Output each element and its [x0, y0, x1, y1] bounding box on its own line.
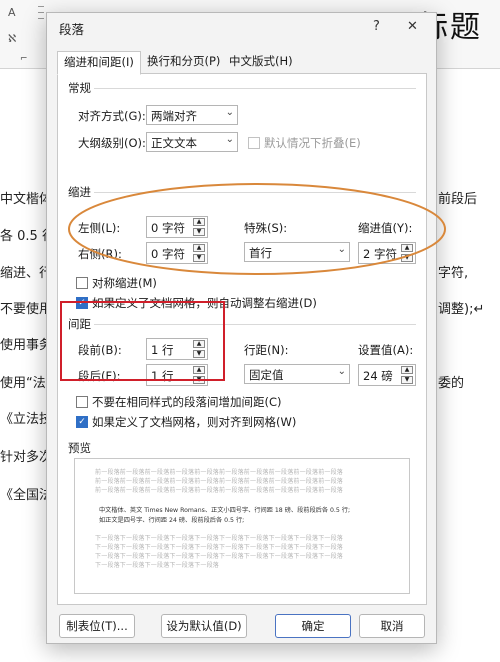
space-before-value: 1 行: [151, 343, 174, 357]
spin-down-icon[interactable]: ▼: [401, 376, 413, 384]
outline-level-value: 正文文本: [151, 136, 197, 150]
cancel-button[interactable]: 取消: [359, 614, 425, 638]
spacing-section-title: 间距: [68, 317, 91, 331]
mirror-indents-label: 对称缩进(M): [92, 276, 157, 290]
doc-text-line-right: 委的: [438, 376, 465, 391]
space-before-spinner[interactable]: 1 行 ▲ ▼: [146, 338, 208, 360]
tab-indents-spacing[interactable]: 缩进和间距(I): [57, 51, 141, 75]
preview-box: 前一段落前一段落前一段落前一段落前一段落前一段落前一段落前一段落前一段落前一段落…: [74, 458, 410, 594]
no-space-same-style-checkbox[interactable]: [76, 396, 88, 408]
no-space-same-style-label: 不要在相同样式的段落间增加间距(C): [92, 395, 282, 409]
preview-next-line: 下一段落下一段落下一段落下一段落下一段落: [95, 562, 220, 569]
spin-down-icon[interactable]: ▼: [193, 254, 205, 262]
help-button[interactable]: ?: [373, 19, 380, 34]
spacing-at-spinner[interactable]: 24 磅 ▲ ▼: [358, 364, 416, 386]
ribbon-line: [38, 18, 44, 19]
indent-right-spinner[interactable]: 0 字符 ▲ ▼: [146, 242, 208, 264]
preview-next-line: 下一段落下一段落下一段落下一段落下一段落下一段落下一段落下一段落下一段落下一段落: [95, 544, 344, 551]
close-button[interactable]: ✕: [407, 19, 418, 34]
alignment-value: 两端对齐: [151, 109, 197, 123]
preview-sample-line: 中文楷体、英文 Times New Romans、正文小四号字、行间距 18 磅…: [99, 507, 351, 514]
preview-prev-line: 前一段落前一段落前一段落前一段落前一段落前一段落前一段落前一段落前一段落前一段落: [95, 487, 344, 494]
special-indent-value: 首行: [249, 246, 272, 260]
spin-up-icon[interactable]: ▲: [193, 244, 205, 252]
preview-sample-line: 如正文是四号字、行间距 24 磅、段前段后各 0.5 行;: [99, 517, 245, 524]
ribbon-line: [38, 6, 44, 7]
section-divider: [94, 88, 416, 89]
space-before-label: 段前(B):: [78, 343, 122, 357]
general-section-title: 常规: [68, 81, 91, 95]
special-indent-select[interactable]: 首行 ⌄: [244, 242, 350, 262]
dialog-title: 段落: [59, 22, 85, 37]
phonetic-icon[interactable]: ℵ: [8, 32, 16, 45]
auto-adjust-right-indent-label: 如果定义了文档网格，则自动调整右缩进(D): [92, 296, 317, 310]
snap-to-grid-checkbox[interactable]: ✓: [76, 416, 88, 428]
indent-left-label: 左侧(L):: [78, 221, 121, 235]
preview-next-line: 下一段落下一段落下一段落下一段落下一段落下一段落下一段落下一段落下一段落下一段落: [95, 553, 344, 560]
spin-down-icon[interactable]: ▼: [193, 350, 205, 358]
indent-left-value: 0 字符: [151, 221, 185, 235]
special-indent-label: 特殊(S):: [244, 221, 288, 235]
spin-up-icon[interactable]: ▲: [193, 340, 205, 348]
indent-by-spinner[interactable]: 2 字符 ▲ ▼: [358, 242, 416, 264]
outline-level-select[interactable]: 正文文本 ⌄: [146, 132, 238, 152]
doc-text-line-right: 调整);↵: [438, 302, 485, 317]
line-spacing-label: 行距(N):: [244, 343, 289, 357]
spin-up-icon[interactable]: ▲: [193, 366, 205, 374]
preview-next-line: 下一段落下一段落下一段落下一段落下一段落下一段落下一段落下一段落下一段落下一段落: [95, 535, 344, 542]
preview-section-title: 预览: [68, 441, 91, 455]
space-after-label: 段后(F):: [78, 369, 121, 383]
alignment-label: 对齐方式(G):: [78, 109, 146, 123]
line-spacing-select[interactable]: 固定值 ⌄: [244, 364, 350, 384]
spin-up-icon[interactable]: ▲: [193, 218, 205, 226]
indent-right-label: 右侧(R):: [78, 247, 122, 261]
indent-right-value: 0 字符: [151, 247, 185, 261]
tab-line-page-breaks[interactable]: 换行和分页(P): [141, 51, 226, 72]
section-divider: [94, 324, 416, 325]
space-after-value: 1 行: [151, 369, 174, 383]
mirror-indents-checkbox[interactable]: [76, 277, 88, 289]
preview-prev-line: 前一段落前一段落前一段落前一段落前一段落前一段落前一段落前一段落前一段落前一段落: [95, 478, 344, 485]
dialog-launcher-icon[interactable]: ⌐: [20, 54, 28, 64]
font-color-icon[interactable]: A: [8, 6, 16, 19]
ok-button[interactable]: 确定: [275, 614, 351, 638]
indent-by-label: 缩进值(Y):: [358, 221, 413, 235]
dialog-titlebar[interactable]: 段落 ? ✕: [47, 13, 436, 43]
spin-down-icon[interactable]: ▼: [401, 254, 413, 262]
collapse-by-default-label: 默认情况下折叠(E): [264, 136, 361, 150]
spin-down-icon[interactable]: ▼: [193, 376, 205, 384]
alignment-select[interactable]: 两端对齐 ⌄: [146, 105, 238, 125]
chevron-down-icon: ⌄: [225, 107, 234, 118]
indentation-section-title: 缩进: [68, 185, 91, 199]
spin-up-icon[interactable]: ▲: [401, 244, 413, 252]
indent-by-value: 2 字符: [363, 247, 397, 261]
tab-panel: 常规 对齐方式(G): 两端对齐 ⌄ 大纲级别(O): 正文文本 ⌄ 默认情况下…: [57, 73, 427, 605]
doc-text-line-right: 前段后: [438, 192, 478, 207]
tab-asian-typography[interactable]: 中文版式(H): [223, 51, 299, 72]
set-as-default-button[interactable]: 设为默认值(D): [161, 614, 247, 638]
chevron-down-icon: ⌄: [337, 244, 346, 255]
section-divider: [94, 192, 416, 193]
snap-to-grid-label: 如果定义了文档网格，则对齐到网格(W): [92, 415, 297, 429]
collapse-by-default-checkbox[interactable]: [248, 137, 260, 149]
spin-down-icon[interactable]: ▼: [193, 228, 205, 236]
space-after-spinner[interactable]: 1 行 ▲ ▼: [146, 364, 208, 386]
preview-prev-line: 前一段落前一段落前一段落前一段落前一段落前一段落前一段落前一段落前一段落前一段落: [95, 469, 344, 476]
spin-up-icon[interactable]: ▲: [401, 366, 413, 374]
line-spacing-value: 固定值: [249, 368, 284, 382]
chevron-down-icon: ⌄: [337, 366, 346, 377]
doc-text-line-right: 字符,: [438, 266, 469, 281]
outline-level-label: 大纲级别(O):: [78, 136, 146, 150]
ribbon-line: [38, 12, 44, 13]
spacing-at-label: 设置值(A):: [358, 343, 414, 357]
spacing-at-value: 24 磅: [363, 369, 393, 383]
chevron-down-icon: ⌄: [225, 134, 234, 145]
tabs-button[interactable]: 制表位(T)...: [59, 614, 135, 638]
paragraph-dialog: 段落 ? ✕ 缩进和间距(I) 换行和分页(P) 中文版式(H) 常规 对齐方式…: [46, 12, 437, 644]
auto-adjust-right-indent-checkbox[interactable]: ✓: [76, 297, 88, 309]
indent-left-spinner[interactable]: 0 字符 ▲ ▼: [146, 216, 208, 238]
